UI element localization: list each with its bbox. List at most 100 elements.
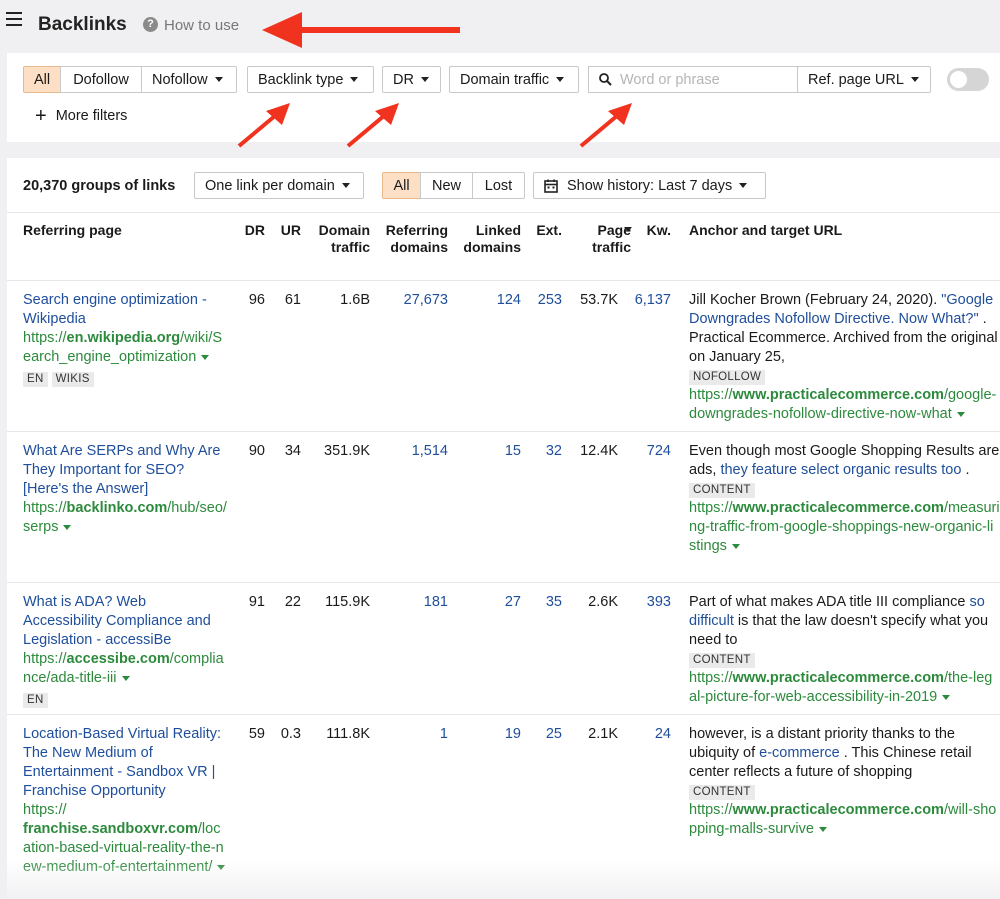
column-header-ext[interactable]: Ext. — [527, 222, 562, 239]
linked-domains-link[interactable]: 15 — [460, 442, 521, 461]
ext-link[interactable]: 35 — [527, 593, 562, 612]
show-history-dropdown[interactable]: Show history: Last 7 days — [533, 172, 766, 199]
chevron-down-icon — [739, 183, 748, 188]
column-header-page-traffic[interactable]: Page traffic — [569, 222, 631, 256]
grouping-label: One link per domain — [205, 177, 335, 194]
url-prefix: https:// — [689, 802, 733, 818]
referring-page-url-link[interactable]: https://en.wikipedia.org/wiki/Search_eng… — [23, 329, 228, 367]
search-box — [588, 66, 798, 93]
dr-label: DR — [393, 71, 414, 88]
link-type-nofollow-dropdown[interactable]: Nofollow — [141, 66, 237, 93]
divider — [7, 212, 1000, 213]
anchor-text: Jill Kocher Brown (February 24, 2020). — [689, 292, 942, 308]
column-header-kw[interactable]: Kw. — [639, 222, 671, 239]
target-url-link[interactable]: https://www.practicalecommerce.com/measu… — [689, 499, 1000, 556]
more-filters-button[interactable]: + More filters — [35, 105, 127, 127]
column-header-anchor[interactable]: Anchor and target URL — [689, 222, 842, 239]
referring-page-title-link[interactable]: Location-Based Virtual Reality: The New … — [23, 725, 228, 801]
search-input[interactable] — [620, 71, 790, 88]
linked-domains-link[interactable]: 124 — [460, 291, 521, 310]
chevron-down-icon[interactable] — [731, 543, 740, 549]
link-type-tag: CONTENT — [689, 785, 755, 800]
hamburger-menu-icon[interactable] — [6, 12, 22, 26]
referring-page-url-link[interactable]: https://accessibe.com/compliance/ada-tit… — [23, 650, 228, 688]
domain-traffic-value: 351.9K — [324, 443, 370, 459]
linked-domains-link[interactable]: 27 — [460, 593, 521, 612]
target-url-link[interactable]: https://www.practicalecommerce.com/will-… — [689, 801, 1000, 839]
status-tab-all[interactable]: All — [382, 172, 421, 199]
url-domain: backlinko.com — [66, 500, 168, 516]
chevron-down-icon — [556, 77, 565, 82]
domain-traffic-value: 111.8K — [326, 726, 370, 742]
anchor-link[interactable]: they feature select organic results too — [720, 462, 961, 478]
referring-domains-link[interactable]: 1 — [380, 725, 448, 744]
filters-panel: All Dofollow Nofollow Backlink type DR D… — [7, 53, 1000, 142]
table-row: What is ADA? Web Accessibility Complianc… — [7, 582, 1000, 714]
chevron-down-icon[interactable] — [818, 826, 827, 832]
chevron-down-icon[interactable] — [63, 524, 72, 530]
status-tab-new[interactable]: New — [420, 172, 473, 199]
column-header-ur[interactable]: UR — [271, 222, 301, 239]
domain-traffic-label: Domain traffic — [460, 71, 550, 88]
target-url-link[interactable]: https://www.practicalecommerce.com/the-l… — [689, 669, 1000, 707]
search-icon — [599, 73, 612, 86]
linked-domains-link[interactable]: 19 — [460, 725, 521, 744]
referring-page-url-link[interactable]: https://backlinko.com/hub/seo/serps — [23, 499, 228, 537]
help-icon[interactable]: ? — [143, 17, 158, 32]
language-tag: EN — [23, 693, 48, 708]
referring-page-title-link[interactable]: Search engine optimization - Wikipedia — [23, 291, 228, 329]
column-header-referring-domains[interactable]: Referring domains — [380, 222, 448, 256]
status-tab-lost[interactable]: Lost — [472, 172, 525, 199]
dr-dropdown[interactable]: DR — [382, 66, 441, 93]
ur-value: 34 — [284, 443, 301, 459]
referring-page-title-link[interactable]: What is ADA? Web Accessibility Complianc… — [23, 593, 228, 650]
referring-domains-link[interactable]: 181 — [380, 593, 448, 612]
target-url-link[interactable]: https://www.practicalecommerce.com/googl… — [689, 386, 1000, 424]
chevron-down-icon — [420, 77, 429, 82]
backlink-type-dropdown[interactable]: Backlink type — [247, 66, 374, 93]
column-header-domain-traffic[interactable]: Domain traffic — [312, 222, 370, 256]
url-prefix: https:// — [689, 670, 733, 686]
keywords-link[interactable]: 393 — [629, 593, 671, 612]
referring-page-cell: Search engine optimization - Wikipedia h… — [23, 291, 228, 388]
ext-link[interactable]: 32 — [527, 442, 562, 461]
dr-value: 59 — [248, 726, 265, 742]
chevron-down-icon — [910, 77, 919, 82]
page-traffic-value: 2.6K — [588, 594, 618, 610]
url-prefix: https:// — [23, 802, 67, 818]
column-header-referring-page[interactable]: Referring page — [23, 222, 122, 239]
referring-domains-link[interactable]: 1,514 — [380, 442, 448, 461]
keywords-link[interactable]: 724 — [629, 442, 671, 461]
referring-page-title-link[interactable]: What Are SERPs and Why Are They Importan… — [23, 442, 228, 499]
ext-link[interactable]: 253 — [527, 291, 562, 310]
link-type-all-button[interactable]: All — [23, 66, 61, 93]
chevron-down-icon — [341, 183, 350, 188]
chevron-down-icon[interactable] — [201, 354, 210, 360]
domain-traffic-dropdown[interactable]: Domain traffic — [449, 66, 579, 93]
how-to-use-link[interactable]: How to use — [164, 17, 239, 34]
chevron-down-icon[interactable] — [956, 411, 965, 417]
column-header-linked-domains[interactable]: Linked domains — [460, 222, 521, 256]
anchor-text: Part of what makes ADA title III complia… — [689, 594, 970, 610]
url-domain: www.practicalecommerce.com — [732, 500, 944, 516]
keywords-link[interactable]: 24 — [629, 725, 671, 744]
keywords-link[interactable]: 6,137 — [629, 291, 671, 310]
toggle-knob — [950, 71, 967, 88]
link-type-dofollow-button[interactable]: Dofollow — [60, 66, 142, 93]
table-row: What Are SERPs and Why Are They Importan… — [7, 431, 1000, 582]
history-label: Show history: Last 7 days — [567, 177, 733, 194]
anchor-cell: however, is a distant priority thanks to… — [689, 725, 1000, 839]
chevron-down-icon[interactable] — [942, 694, 951, 700]
sort-down-icon[interactable] — [624, 227, 632, 232]
anchor-link[interactable]: e-commerce — [759, 745, 840, 761]
ref-page-url-label: Ref. page URL — [808, 71, 904, 88]
ext-link[interactable]: 25 — [527, 725, 562, 744]
ref-page-url-dropdown[interactable]: Ref. page URL — [797, 66, 931, 93]
column-header-dr[interactable]: DR — [235, 222, 265, 239]
anchor-text: . — [961, 462, 970, 478]
referring-domains-link[interactable]: 27,673 — [380, 291, 448, 310]
grouping-dropdown[interactable]: One link per domain — [194, 172, 364, 199]
filter-toggle[interactable] — [947, 68, 989, 91]
link-type-tag: CONTENT — [689, 653, 755, 668]
chevron-down-icon[interactable] — [121, 675, 130, 681]
